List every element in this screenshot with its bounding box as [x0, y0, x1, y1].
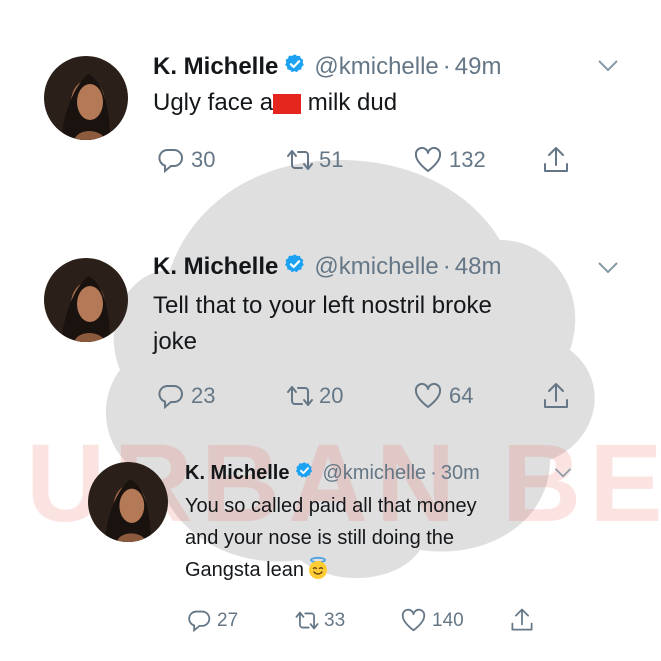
like-count: 132 — [449, 147, 486, 172]
reply-count: 30 — [191, 147, 216, 172]
chevron-down-icon[interactable] — [596, 58, 620, 79]
separator-dot: · — [442, 53, 451, 80]
heart-icon — [414, 146, 442, 172]
avatar-photo — [44, 258, 128, 342]
tweet-text-line-1: You so called paid all that money — [185, 495, 477, 517]
heart-icon — [414, 382, 442, 408]
retweet-icon — [287, 150, 313, 170]
tweet-text: Tell that to your left nostril broke jok… — [153, 288, 492, 360]
avatar[interactable] — [44, 258, 128, 342]
tweet-text-line-3: Gangsta lean — [185, 559, 304, 581]
smiling-face-with-halo-emoji — [306, 556, 330, 590]
like-button[interactable]: 140 — [400, 608, 464, 633]
retweet-button[interactable]: 20 — [283, 382, 343, 410]
heart-icon — [401, 608, 426, 632]
author-handle[interactable]: @kmichelle — [322, 462, 426, 485]
tweet-text-line-1: Tell that to your left nostril broke — [153, 292, 492, 319]
retweet-icon — [295, 611, 319, 630]
author-name[interactable]: K. Michelle — [153, 253, 278, 281]
share-button[interactable] — [540, 144, 572, 176]
avatar[interactable] — [44, 56, 128, 140]
retweet-button[interactable]: 51 — [283, 146, 343, 174]
reply-icon — [158, 385, 183, 410]
avatar[interactable] — [88, 462, 168, 542]
tweet-text: Ugly face a milk dud — [153, 87, 397, 119]
verified-badge-icon — [295, 461, 314, 486]
like-count: 140 — [432, 609, 464, 631]
reply-count: 27 — [217, 609, 239, 631]
timestamp[interactable]: 49m — [455, 53, 502, 81]
redaction-block — [273, 93, 302, 114]
chevron-down-icon[interactable] — [596, 260, 620, 281]
reply-button[interactable]: 27 — [187, 608, 238, 633]
share-icon — [511, 608, 533, 631]
author-name[interactable]: K. Michelle — [153, 53, 278, 81]
timestamp[interactable]: 30m — [441, 462, 480, 485]
tweet-text: You so called paid all that money and yo… — [185, 490, 477, 590]
retweet-count: 20 — [319, 383, 344, 408]
chevron-down-icon[interactable] — [553, 466, 573, 485]
reply-button[interactable]: 23 — [157, 382, 215, 410]
like-button[interactable]: 64 — [413, 382, 473, 410]
reply-icon — [158, 149, 183, 174]
share-button[interactable] — [540, 380, 572, 412]
tweet-text-part-2: milk dud — [301, 89, 398, 116]
retweet-button[interactable]: 33 — [292, 608, 345, 633]
share-button[interactable] — [508, 606, 536, 634]
retweet-count: 33 — [324, 609, 346, 631]
like-button[interactable]: 132 — [413, 146, 486, 174]
share-icon — [544, 147, 568, 172]
separator-dot: · — [442, 253, 451, 280]
tweet-1[interactable]: K. Michelle @kmichelle · 49m Ugly face a… — [0, 0, 661, 200]
verified-badge-icon — [284, 53, 306, 82]
tweet-text-line-2: and your nose is still doing the — [185, 527, 455, 549]
author-handle[interactable]: @kmichelle — [314, 253, 438, 281]
share-icon — [544, 383, 568, 408]
verified-badge-icon — [284, 253, 306, 282]
avatar-photo — [88, 462, 168, 542]
timestamp[interactable]: 48m — [455, 253, 502, 281]
reply-button[interactable]: 30 — [157, 146, 215, 174]
tweet-text-line-2: joke — [153, 328, 198, 355]
like-count: 64 — [449, 383, 474, 408]
tweet-2[interactable]: K. Michelle @kmichelle · 48m Tell that t… — [0, 200, 661, 430]
avatar-photo — [44, 56, 128, 140]
tweet-text-part-1: Ugly face a — [153, 89, 274, 116]
author-handle[interactable]: @kmichelle — [314, 53, 438, 81]
separator-dot: · — [430, 461, 437, 484]
reply-icon — [188, 610, 211, 633]
reply-count: 23 — [191, 383, 216, 408]
retweet-count: 51 — [319, 147, 344, 172]
author-name[interactable]: K. Michelle — [185, 462, 289, 485]
tweet-3[interactable]: K. Michelle @kmichelle · 30m You so call… — [0, 430, 661, 661]
retweet-icon — [287, 386, 313, 406]
